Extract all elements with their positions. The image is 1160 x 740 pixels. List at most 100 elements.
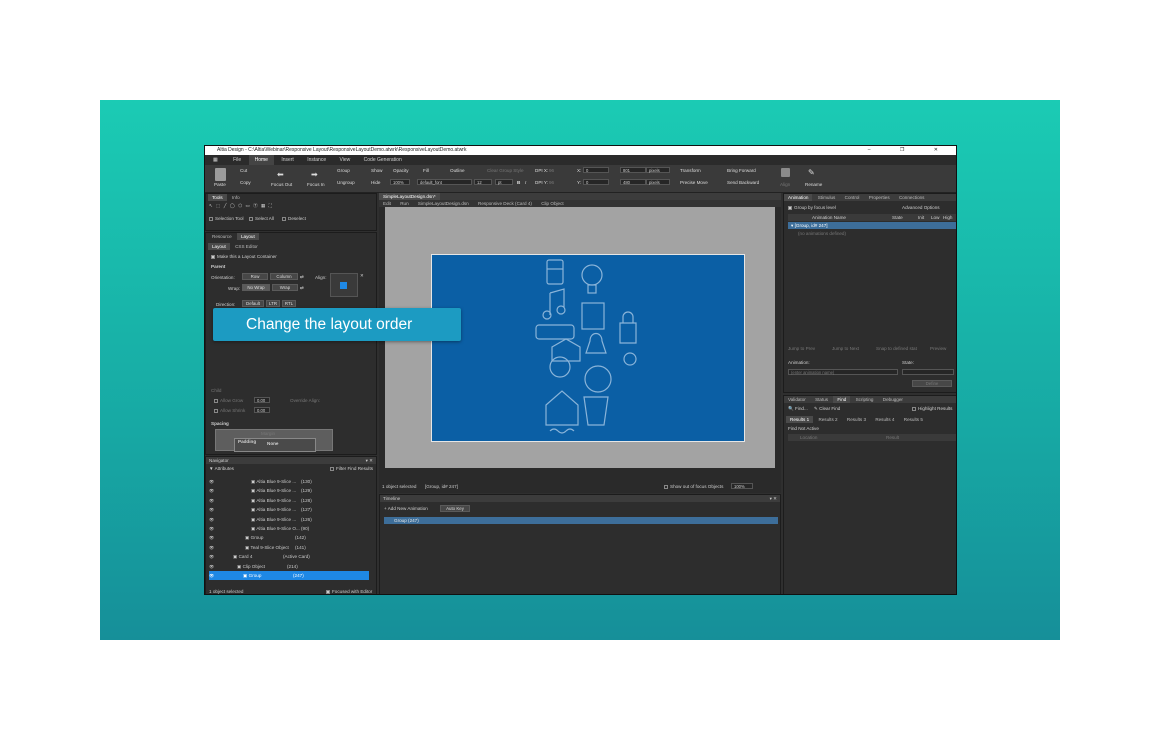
focus-out-button[interactable]: Focus Out (271, 182, 292, 187)
padding-top-value[interactable]: None (267, 441, 278, 446)
align-button[interactable]: Align (780, 182, 790, 187)
menu-instance[interactable]: Instance (301, 155, 332, 165)
visibility-eye-icon[interactable]: 👁 (209, 496, 214, 505)
tab-scripting[interactable]: Scripting (852, 396, 878, 403)
col-state[interactable]: State (892, 215, 903, 220)
paste-icon[interactable] (215, 168, 226, 181)
icon-illustration[interactable] (432, 255, 746, 443)
navigator-row[interactable]: 👁 ▣ Card 4 (Active Card) (209, 552, 369, 561)
tab-find[interactable]: Find (833, 396, 851, 403)
make-layout-container-checkbox[interactable]: Make this a Layout Container (211, 254, 277, 259)
navigator-row[interactable]: 👁 ▣ Group (142) (209, 533, 369, 542)
tab-validator[interactable]: Validator (784, 396, 810, 403)
visibility-eye-icon[interactable]: 👁 (209, 533, 214, 542)
outline-button[interactable]: Outline (450, 168, 465, 173)
app-menu-icon[interactable]: ▦ (205, 155, 226, 165)
navigator-row[interactable]: 👁 ▣ Altia Blue 9-Slice O... (90) (209, 524, 369, 533)
focus-in-arrow-icon[interactable]: ➡ (311, 170, 318, 179)
artboard[interactable] (431, 254, 745, 442)
deselect-button[interactable]: Deselect (282, 216, 306, 221)
filter-find-results-checkbox[interactable]: Filter Find Results (330, 466, 373, 471)
visibility-eye-icon[interactable]: 👁 (209, 515, 214, 524)
ungroup-button[interactable]: Ungroup (337, 180, 355, 185)
drawing-tool-icons[interactable]: ↖ ⬚ ╱ ◯ ⬠ ▭ Ⓣ ▦ ⛶ (209, 203, 273, 209)
find-button[interactable]: 🔍 Find... (788, 406, 808, 412)
col-low[interactable]: Low (931, 215, 939, 220)
navigator-row[interactable]: 👁 ▣ Clip Object (214) (209, 562, 369, 571)
menu-code-generation[interactable]: Code Generation (358, 155, 408, 165)
tab-connections[interactable]: Connections (895, 194, 929, 201)
send-backward-button[interactable]: Send Backward (727, 180, 759, 185)
grow-field[interactable]: 0.00 (254, 397, 270, 403)
navigator-row[interactable]: 👁 ▣ Altia Blue 9-Slice ... (129) (209, 486, 369, 495)
visibility-eye-icon[interactable]: 👁 (209, 477, 214, 486)
align-icon[interactable] (781, 168, 790, 177)
breadcrumb-clip-object[interactable]: Clip Object (537, 200, 567, 207)
col-init[interactable]: Init (918, 215, 924, 220)
navigator-row[interactable]: 👁 ▣ Altia Blue 9-Slice ... (126) (209, 515, 369, 524)
paste-button[interactable]: Paste (214, 182, 226, 187)
visibility-eye-icon[interactable]: 👁 (209, 505, 214, 514)
tab-tools[interactable]: Tools (208, 194, 227, 201)
navigator-row[interactable]: 👁 ▣ Altia Blue 9-Slice ... (130) (209, 477, 369, 486)
breadcrumb-responsive-deck[interactable]: Responsive Deck (Card 4) (474, 200, 536, 207)
col-high[interactable]: High (943, 215, 952, 220)
subtab-css-editor[interactable]: CSS Editor (231, 243, 262, 250)
bring-forward-button[interactable]: Bring Forward (727, 168, 756, 173)
focus-out-arrow-icon[interactable]: ⬅ (277, 170, 284, 179)
tab-animation[interactable]: Animation (784, 194, 813, 201)
tab-stimulus[interactable]: Stimulus (814, 194, 840, 201)
visibility-eye-icon[interactable]: 👁 (209, 543, 214, 552)
bold-button[interactable]: B (517, 180, 520, 185)
highlight-results-checkbox[interactable]: Highlight Results (912, 406, 952, 411)
direction-rtl-button[interactable]: RTL (282, 300, 296, 307)
snap-to-defined-state-checkbox[interactable]: Snap to defined stat (876, 346, 917, 351)
navigator-row[interactable]: 👁 ▣ Altia Blue 9-Slice ... (127) (209, 505, 369, 514)
shrink-field[interactable]: 0.00 (254, 407, 270, 413)
tab-control[interactable]: Control (841, 194, 864, 201)
orientation-column-button[interactable]: Column (270, 273, 298, 280)
tab-results-1[interactable]: Results 1 (786, 416, 814, 423)
tab-results-3[interactable]: Results 3 (843, 416, 870, 423)
tab-simple-layout-design[interactable]: SimpleLayoutDesign.dsn* (379, 193, 440, 200)
tab-info[interactable]: Info (228, 194, 244, 201)
x-field[interactable]: 0 (583, 167, 609, 173)
font-unit-select[interactable]: pt (495, 179, 513, 185)
menu-home[interactable]: Home (248, 155, 274, 165)
font-select[interactable]: default_font (417, 179, 472, 185)
transform-button[interactable]: Transform (680, 168, 701, 173)
italic-button[interactable]: I (525, 180, 526, 185)
tab-layout[interactable]: Layout (236, 233, 259, 240)
jump-to-next-button[interactable]: Jump to Next (832, 346, 859, 351)
navigator-row[interactable]: 👁 ▣ Altia Blue 9-Slice ... (128) (209, 496, 369, 505)
selection-tool-button[interactable]: Selection Tool (209, 216, 244, 221)
precise-move-button[interactable]: Precise Move (680, 180, 708, 185)
visibility-eye-icon[interactable]: 👁 (209, 571, 214, 580)
visibility-eye-icon[interactable]: 👁 (209, 562, 214, 571)
group-by-focus-checkbox[interactable]: Group by focus level (788, 205, 836, 210)
timeline-track-row[interactable]: Group (247) (384, 517, 778, 524)
copy-button[interactable]: Copy (240, 180, 251, 185)
direction-default-button[interactable]: Default (242, 300, 264, 307)
tab-results-5[interactable]: Results 5 (900, 416, 927, 423)
preview-checkbox[interactable]: Preview (930, 346, 946, 351)
align-grid[interactable] (330, 273, 358, 297)
animation-group-row[interactable]: ▾ [Group, id# 247] (788, 222, 956, 229)
font-size-field[interactable]: 12 (474, 179, 492, 185)
maximize-icon[interactable]: ❐ (900, 147, 918, 153)
navigator-row[interactable]: 👁 ▣ Teal 9-Slice Object (141) (209, 543, 369, 552)
wrap-button[interactable]: Wrap (272, 284, 298, 291)
height-field[interactable]: 480 (620, 179, 646, 185)
orientation-row-button[interactable]: Row (242, 273, 268, 280)
cut-button[interactable]: Cut (240, 168, 247, 173)
col-result[interactable]: Result (886, 435, 899, 440)
direction-ltr-button[interactable]: LTR (266, 300, 280, 307)
col-location[interactable]: Location (800, 435, 817, 440)
visibility-eye-icon[interactable]: 👁 (209, 552, 214, 561)
run-mode-button[interactable]: Run (396, 200, 412, 207)
zoom-select[interactable]: 100% (731, 483, 753, 489)
subtab-layout[interactable]: Layout (208, 243, 230, 250)
tab-results-4[interactable]: Results 4 (871, 416, 898, 423)
group-button[interactable]: Group (337, 168, 350, 173)
align-center-selected[interactable] (340, 282, 347, 289)
